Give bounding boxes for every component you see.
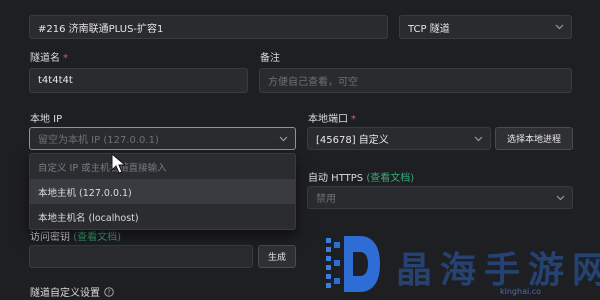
- local-ip-input[interactable]: 留空为本机 IP (127.0.0.1): [29, 127, 296, 150]
- chevron-down-icon: [556, 195, 565, 200]
- help-circle-icon[interactable]: ?: [104, 286, 114, 297]
- local-port-select[interactable]: [45678] 自定义: [307, 127, 491, 150]
- access-key-input[interactable]: [29, 245, 253, 268]
- access-key-docs-link[interactable]: (查看文档): [73, 232, 121, 243]
- remark-placeholder: 方便自己查看，可空: [268, 77, 358, 88]
- local-ip-dropdown: 自定义 IP 或主机名请直接输入 本地主机 (127.0.0.1) 本地主机名 …: [29, 153, 296, 230]
- local-port-label: 本地端口 *: [308, 114, 356, 125]
- watermark-text: 晶海手游网: [396, 250, 600, 291]
- tunnel-name-label: 隧道名 *: [30, 53, 68, 64]
- watermark-logo-icon: [326, 236, 380, 292]
- local-ip-placeholder: 留空为本机 IP (127.0.0.1): [38, 135, 159, 146]
- protocol-select[interactable]: TCP 隧道: [399, 15, 572, 39]
- dropdown-option-localhost-name[interactable]: 本地主机名 (localhost): [30, 204, 295, 229]
- generate-key-button[interactable]: 生成: [258, 245, 296, 268]
- auto-https-value: 禁用: [316, 194, 336, 205]
- node-select-value: #216 济南联通PLUS-扩容1: [38, 23, 164, 35]
- mouse-cursor-icon: [111, 153, 127, 174]
- local-port-value: [45678] 自定义: [316, 135, 389, 146]
- select-local-process-button[interactable]: 选择本地进程: [495, 127, 573, 150]
- chevron-down-icon: [279, 136, 288, 141]
- watermark-subtext: kinghai.co: [500, 287, 542, 296]
- remark-label: 备注: [260, 53, 280, 64]
- chevron-down-icon: [474, 136, 483, 141]
- remark-input[interactable]: 方便自己查看，可空: [259, 68, 572, 93]
- auto-https-select[interactable]: 禁用: [307, 186, 573, 209]
- tunnel-name-input[interactable]: t4t4t4t: [29, 68, 248, 93]
- svg-text:?: ?: [107, 288, 111, 296]
- auto-https-docs-link[interactable]: (查看文档): [366, 173, 414, 184]
- dropdown-option-hint: 自定义 IP 或主机名请直接输入: [38, 162, 167, 174]
- node-select-field[interactable]: #216 济南联通PLUS-扩容1: [29, 15, 388, 39]
- protocol-select-value: TCP 隧道: [408, 23, 450, 35]
- access-key-label: 访问密钥 (查看文档): [30, 232, 121, 243]
- chevron-down-icon: [555, 24, 564, 30]
- custom-settings-label: 隧道自定义设置 ?: [30, 284, 114, 299]
- auto-https-label: 自动 HTTPS (查看文档): [308, 173, 415, 184]
- dropdown-option-localhost-ip[interactable]: 本地主机 (127.0.0.1): [30, 179, 295, 204]
- local-ip-label: 本地 IP: [30, 114, 63, 125]
- tunnel-name-value: t4t4t4t: [38, 75, 73, 86]
